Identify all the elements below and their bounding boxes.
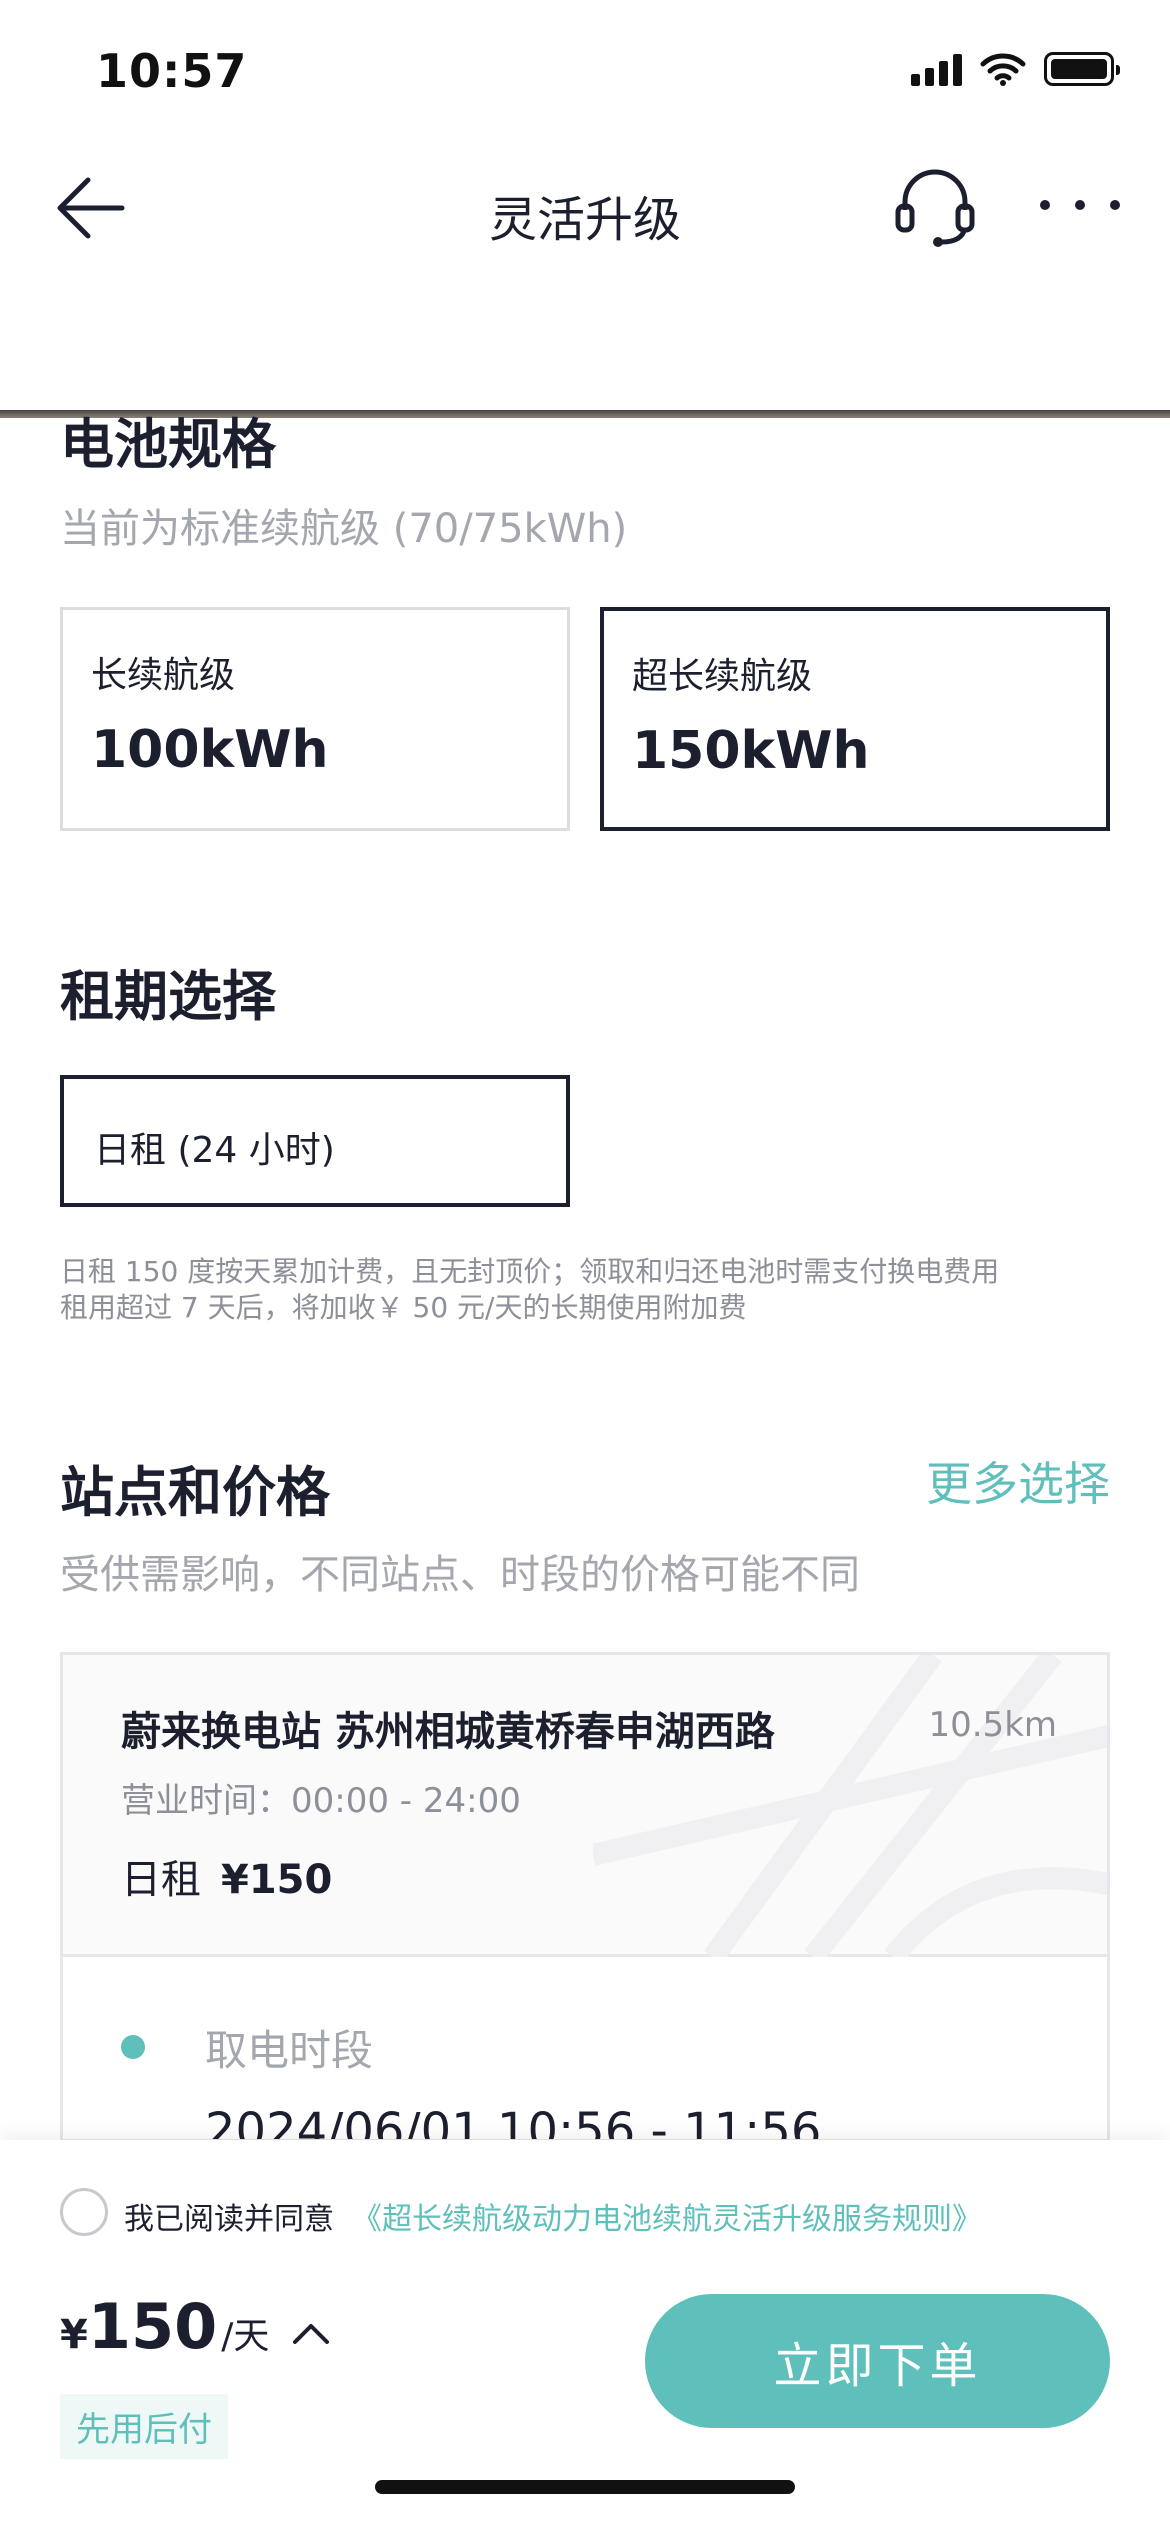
more-options-link[interactable]: 更多选择 (926, 1448, 1110, 1514)
total-price[interactable]: ¥ 150 /天 (60, 2290, 331, 2363)
station-card[interactable]: 蔚来换电站 苏州相城黄桥春申湖西路 10.5km 营业时间：00:00 - 24… (60, 1652, 1110, 2142)
station-info: 蔚来换电站 苏州相城黄桥春申湖西路 10.5km 营业时间：00:00 - 24… (63, 1655, 1107, 1957)
price-amount: 150 (87, 2290, 218, 2363)
pickup-dot-icon (121, 2035, 145, 2059)
battery-option-ultra-long-range[interactable]: 超长续航级 150kWh (600, 607, 1110, 831)
home-indicator[interactable] (375, 2480, 795, 2494)
battery-section-subtitle: 当前为标准续航级 (70/75kWh) (60, 506, 628, 552)
price-currency: ¥ (60, 2312, 88, 2358)
signal-icon (911, 52, 962, 86)
bottom-bar: 我已阅读并同意 《超长续航级动力电池续航灵活升级服务规则》 ¥ 150 /天 先… (0, 2140, 1170, 2532)
headset-icon[interactable] (890, 162, 980, 252)
station-distance: 10.5km (928, 1705, 1057, 1745)
battery-icon (1044, 52, 1120, 86)
battery-section-title: 电池规格 (60, 413, 276, 476)
page-title: 灵活升级 (488, 192, 681, 248)
agree-checkbox[interactable] (60, 2188, 108, 2236)
pickup-time[interactable]: 2024/06/01 10:56 - 11:56 (205, 2103, 821, 2139)
option-capacity: 150kWh (632, 721, 870, 781)
wifi-icon (980, 53, 1026, 86)
price-value: ¥150 (221, 1857, 333, 1903)
station-name: 蔚来换电站 苏州相城黄桥春申湖西路 (121, 1709, 775, 1755)
status-bar: 10:57 (0, 0, 1170, 140)
chevron-up-icon[interactable] (291, 2318, 331, 2348)
rent-section-title: 租期选择 (60, 965, 276, 1028)
service-rules-link[interactable]: 《超长续航级动力电池续航灵活升级服务规则》 (352, 2194, 982, 2238)
rent-option-label: 日租 (24 小时) (94, 1130, 335, 1171)
nav-bar: 灵活升级 (0, 140, 1170, 418)
station-price: 日租 ¥150 (121, 1847, 332, 1905)
rent-option-daily[interactable]: 日租 (24 小时) (60, 1075, 570, 1207)
option-name: 长续航级 (91, 655, 236, 696)
price-label: 日租 (121, 1857, 201, 1903)
status-time: 10:57 (96, 44, 248, 98)
status-icons (911, 52, 1120, 86)
more-options-icon[interactable] (1040, 180, 1120, 230)
rent-note-line: 租用超过 7 天后，将加收￥ 50 元/天的长期使用附加费 (60, 1291, 747, 1324)
agree-text: 我已阅读并同意 (124, 2202, 334, 2237)
option-name: 超长续航级 (632, 656, 813, 697)
station-section-title: 站点和价格 (60, 1461, 330, 1524)
station-hours: 营业时间：00:00 - 24:00 (121, 1781, 521, 1821)
rent-note-line: 日租 150 度按天累加计费，且无封顶价；领取和归还电池时需支付换电费用 (60, 1255, 1000, 1288)
price-unit: /天 (221, 2316, 270, 2357)
battery-option-long-range[interactable]: 长续航级 100kWh (60, 607, 570, 831)
pickup-label: 取电时段 (205, 2026, 374, 2075)
station-section-subtitle: 受供需影响，不同站点、时段的价格可能不同 (60, 1552, 860, 1598)
rent-note: 日租 150 度按天累加计费，且无封顶价；领取和归还电池时需支付换电费用 租用超… (60, 1254, 1120, 1326)
option-capacity: 100kWh (91, 720, 329, 780)
pay-later-badge: 先用后付 (60, 2394, 228, 2459)
order-now-button[interactable]: 立即下单 (645, 2294, 1110, 2428)
